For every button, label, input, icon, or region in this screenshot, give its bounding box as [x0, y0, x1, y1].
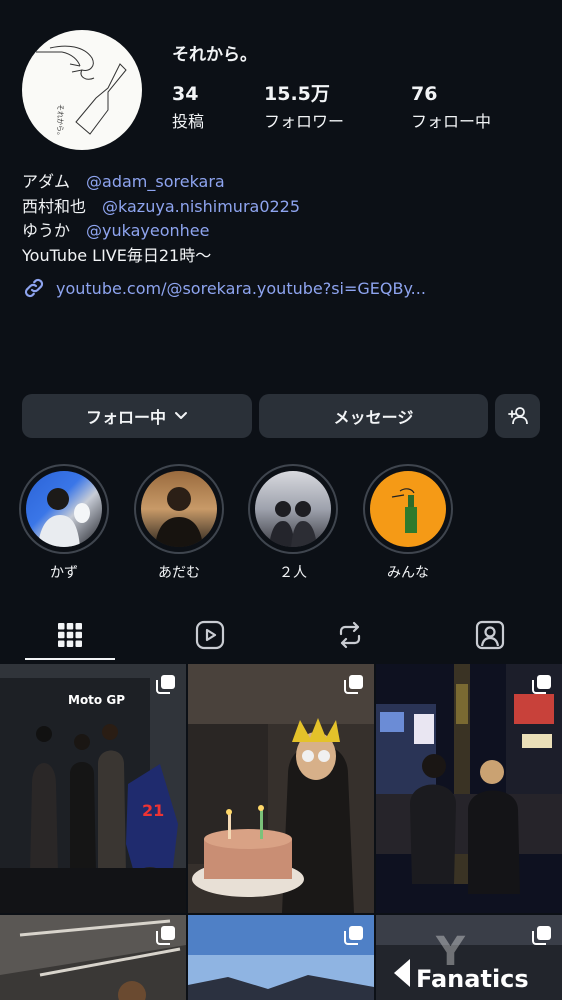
profile-tabs — [0, 608, 562, 662]
highlight-cover — [26, 471, 102, 547]
profile-header: それから。 それから。 34 投稿 15.5万 フォロワー 76 フォロー中 — [0, 0, 562, 170]
grid-post[interactable]: Fanatics Y — [376, 915, 562, 1000]
add-user-button[interactable] — [495, 394, 540, 438]
highlight-kazu[interactable]: かず — [19, 464, 109, 582]
highlight-label: みんな — [387, 565, 429, 581]
posts-count: 34 — [172, 83, 199, 105]
post-logo-text: Moto GP — [68, 693, 125, 707]
post-watermark-text: Y — [435, 929, 466, 975]
grid-post[interactable] — [0, 915, 186, 1000]
member-handle-link[interactable]: @adam_sorekara — [86, 172, 225, 191]
avatar-logo-icon: それから。 — [36, 45, 127, 139]
message-button[interactable]: メッセージ — [259, 394, 488, 438]
highlight-cover — [141, 471, 217, 547]
tagged-icon — [475, 620, 505, 650]
reels-icon — [195, 620, 225, 650]
carousel-icon — [156, 675, 175, 694]
post-photo-icon — [376, 664, 562, 913]
following-label: フォロー中 — [411, 112, 492, 131]
reposts-icon — [339, 621, 361, 649]
following-button[interactable]: フォロー中 — [22, 394, 252, 438]
profile-external-link[interactable]: youtube.com/@sorekara.youtube?si=GEQBy..… — [22, 276, 426, 300]
highlight-futari[interactable]: ２人 — [248, 464, 338, 582]
highlight-cover — [370, 471, 446, 547]
highlight-ring — [363, 464, 453, 554]
post-logo-text: Fanatics — [416, 965, 529, 993]
link-text: youtube.com/@sorekara.youtube?si=GEQBy..… — [56, 278, 426, 298]
member-name: アダム — [22, 172, 71, 191]
bio-member-line: アダム @adam_sorekara — [22, 170, 300, 195]
carousel-icon — [532, 926, 551, 945]
grid-post[interactable] — [376, 664, 562, 913]
bottle-icon — [391, 488, 417, 533]
chevron-down-icon — [175, 412, 187, 419]
person-photo-icon — [155, 487, 203, 547]
followers-label: フォロワー — [264, 112, 345, 131]
svg-text:それから。: それから。 — [56, 104, 64, 139]
carousel-icon — [156, 926, 175, 945]
highlight-ring — [134, 464, 224, 554]
highlight-label: ２人 — [279, 565, 307, 581]
grid-post[interactable] — [188, 664, 374, 913]
following-button-label: フォロー中 — [85, 408, 166, 427]
carousel-icon — [344, 926, 363, 945]
tab-reels[interactable] — [140, 608, 280, 662]
highlight-ring — [19, 464, 109, 554]
member-name: 西村和也 — [22, 196, 87, 216]
tab-tagged[interactable] — [420, 608, 560, 662]
active-tab-indicator — [25, 658, 115, 660]
tab-grid[interactable] — [0, 608, 140, 662]
post-photo-icon — [188, 664, 374, 913]
member-handle-link[interactable]: @kazuya.nishimura0225 — [102, 197, 300, 216]
post-photo-icon: Moto GP 21 — [0, 664, 186, 913]
bio-tagline: YouTube LIVE毎日21時〜 — [22, 245, 212, 265]
svg-text:21: 21 — [142, 801, 164, 820]
two-people-photo-icon — [269, 501, 317, 547]
carousel-icon — [532, 675, 551, 694]
highlight-label: かず — [50, 565, 78, 581]
profile-avatar[interactable]: それから。 — [22, 30, 142, 150]
highlight-label: あだむ — [158, 565, 200, 581]
following-count: 76 — [411, 83, 438, 105]
bio-member-line: ゆうか @yukayeonhee — [22, 219, 300, 244]
grid-post[interactable]: Moto GP 21 — [0, 664, 186, 913]
tab-reposts[interactable] — [280, 608, 420, 662]
person-photo-icon — [38, 488, 90, 547]
following-stat[interactable]: 76 フォロー中 — [411, 82, 491, 132]
highlight-ring — [248, 464, 338, 554]
grid-post[interactable] — [188, 915, 374, 1000]
followers-count: 15.5万 — [264, 83, 330, 105]
link-icon — [24, 278, 44, 298]
highlight-cover — [255, 471, 331, 547]
add-user-icon — [507, 407, 528, 425]
posts-label: 投稿 — [172, 112, 205, 131]
message-button-label: メッセージ — [333, 408, 414, 427]
highlight-minna[interactable]: みんな — [363, 464, 453, 582]
grid-icon — [58, 623, 82, 647]
posts-stat[interactable]: 34 投稿 — [172, 82, 204, 132]
followers-stat[interactable]: 15.5万 フォロワー — [264, 82, 344, 132]
profile-name: それから。 — [172, 45, 257, 65]
member-name: ゆうか — [22, 221, 71, 240]
highlight-adamu[interactable]: あだむ — [134, 464, 224, 582]
profile-bio: アダム @adam_sorekara 西村和也 @kazuya.nishimura0… — [22, 170, 300, 268]
carousel-icon — [344, 675, 363, 694]
bio-member-line: 西村和也 @kazuya.nishimura0225 — [22, 195, 300, 220]
member-handle-link[interactable]: @yukayeonhee — [86, 221, 209, 240]
